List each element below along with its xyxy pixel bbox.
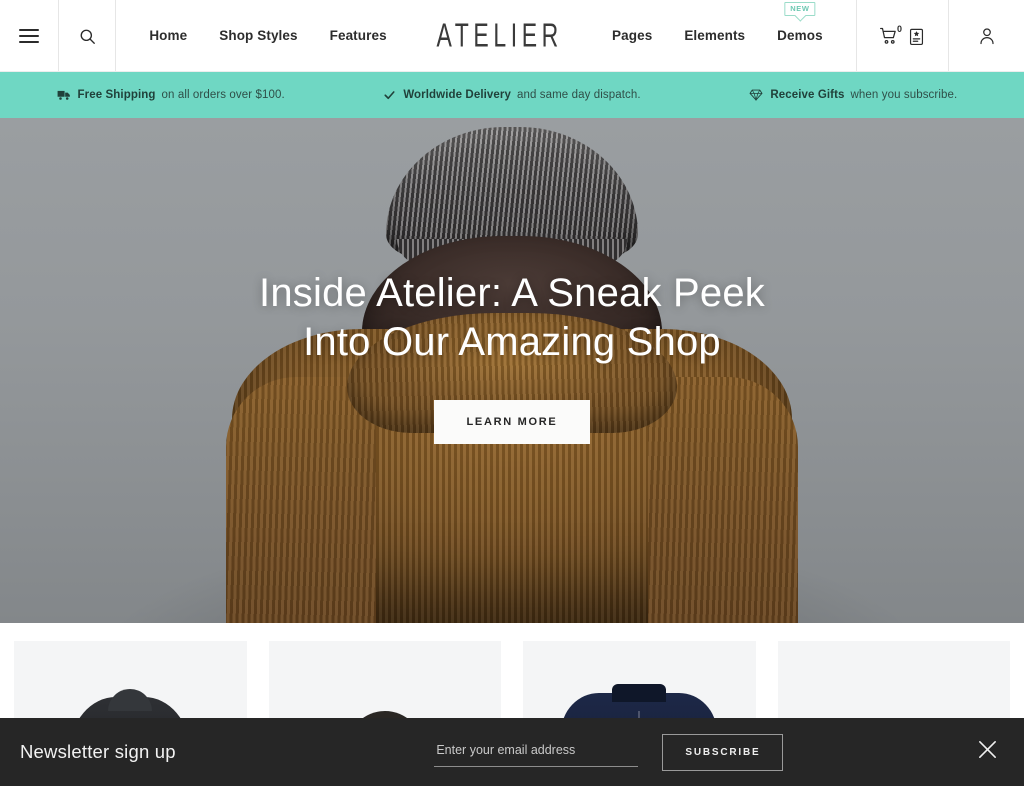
hamburger-menu-button[interactable]	[0, 0, 58, 72]
hero-title-line-2: Into Our Amazing Shop	[303, 319, 721, 364]
truck-icon	[57, 89, 71, 101]
search-button[interactable]	[58, 0, 116, 72]
promo-strong-2: Worldwide Delivery	[403, 89, 511, 101]
nav-item-demos-label: Demos	[777, 28, 823, 43]
user-account-icon	[977, 26, 997, 46]
header-bottom-divider	[0, 71, 1024, 72]
hero-content: Inside Atelier: A Sneak Peek Into Our Am…	[0, 118, 1024, 623]
learn-more-button[interactable]: LEARN MORE	[433, 400, 591, 445]
nav-item-shop-styles[interactable]: Shop Styles	[203, 0, 313, 72]
site-logo[interactable]: ATELIER	[410, 16, 588, 55]
wishlist-button[interactable]	[907, 27, 926, 46]
newsletter-close-button[interactable]	[972, 737, 1002, 767]
newsletter-title: Newsletter sign up	[20, 741, 176, 762]
newsletter-email-input[interactable]	[434, 737, 639, 767]
site-header: Home Shop Styles Features ATELIER Pages …	[0, 0, 1024, 72]
cart-count-badge: 0	[896, 24, 902, 34]
header-right-icons: 0	[856, 0, 1024, 72]
check-icon	[383, 89, 396, 101]
promo-strong-3: Receive Gifts	[770, 89, 845, 101]
nav-item-elements[interactable]: Elements	[668, 0, 761, 72]
main-navigation: Home Shop Styles Features ATELIER Pages …	[116, 0, 856, 72]
header-cart-group: 0	[856, 0, 948, 72]
search-icon	[78, 27, 97, 46]
hamburger-icon	[19, 29, 39, 43]
close-icon	[976, 738, 999, 766]
page-root: Home Shop Styles Features ATELIER Pages …	[0, 0, 1024, 786]
diamond-gift-icon	[749, 89, 763, 101]
account-button[interactable]	[948, 0, 1024, 72]
newsletter-signup-bar: Newsletter sign up SUBSCRIBE	[0, 718, 1024, 786]
nav-group-right: Pages Elements NEW Demos	[596, 0, 839, 72]
promo-bar: Free Shipping on all orders over $100. W…	[0, 72, 1024, 118]
promo-item-free-shipping: Free Shipping on all orders over $100.	[0, 89, 341, 101]
newsletter-subscribe-button[interactable]: SUBSCRIBE	[662, 733, 784, 771]
nav-item-home[interactable]: Home	[133, 0, 203, 72]
promo-rest-1: on all orders over $100.	[161, 89, 285, 101]
promo-item-worldwide-delivery: Worldwide Delivery and same day dispatch…	[341, 89, 682, 101]
cart-button[interactable]: 0	[879, 24, 902, 46]
nav-item-demos[interactable]: NEW Demos	[761, 0, 839, 72]
promo-rest-2: and same day dispatch.	[517, 89, 641, 101]
new-badge: NEW	[784, 2, 816, 16]
promo-item-receive-gifts: Receive Gifts when you subscribe.	[683, 89, 1024, 101]
nav-group-left: Home Shop Styles Features	[133, 0, 402, 72]
nav-item-features[interactable]: Features	[314, 0, 403, 72]
hero-banner: Inside Atelier: A Sneak Peek Into Our Am…	[0, 118, 1024, 623]
promo-strong-1: Free Shipping	[77, 89, 156, 101]
hero-title-line-1: Inside Atelier: A Sneak Peek	[259, 270, 765, 315]
promo-rest-3: when you subscribe.	[850, 89, 958, 101]
header-left-icons	[0, 0, 116, 72]
newsletter-form: SUBSCRIBE	[364, 733, 784, 771]
hero-title: Inside Atelier: A Sneak Peek Into Our Am…	[259, 269, 765, 367]
nav-item-pages[interactable]: Pages	[596, 0, 668, 72]
